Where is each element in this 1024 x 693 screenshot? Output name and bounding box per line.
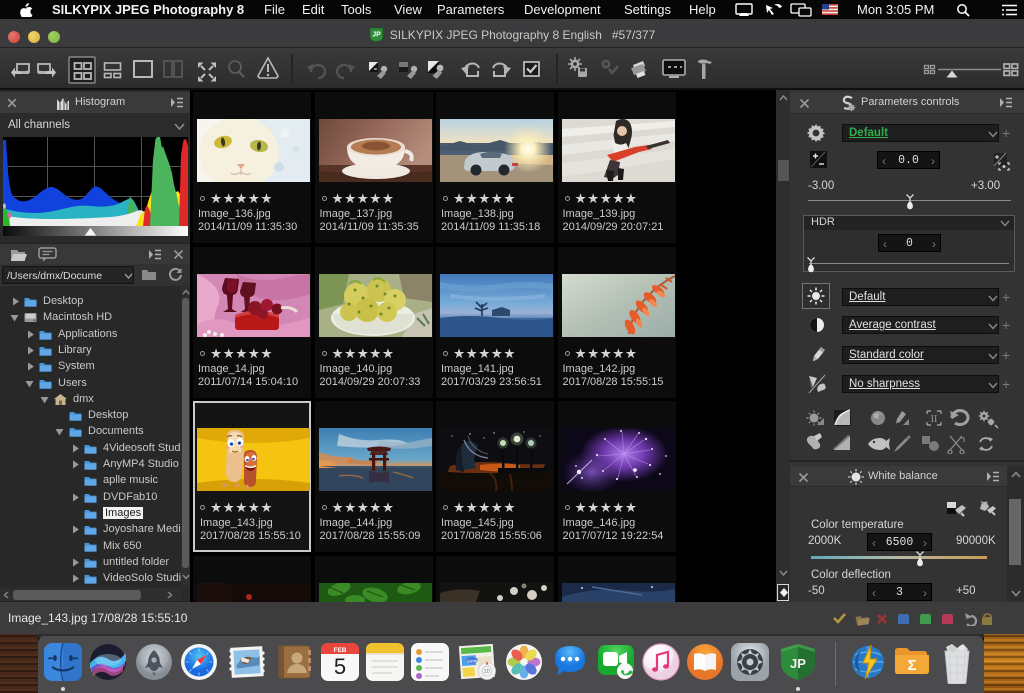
svg-text:JP: JP	[372, 32, 381, 39]
svg-text:Santa: Santa	[467, 658, 479, 664]
svg-text:5: 5	[334, 654, 346, 679]
svg-text:3D: 3D	[484, 669, 491, 675]
svg-text:FEB: FEB	[334, 647, 347, 654]
svg-text:JP: JP	[790, 656, 806, 671]
svg-text:II: II	[931, 414, 938, 425]
svg-text:Σ: Σ	[907, 657, 916, 674]
